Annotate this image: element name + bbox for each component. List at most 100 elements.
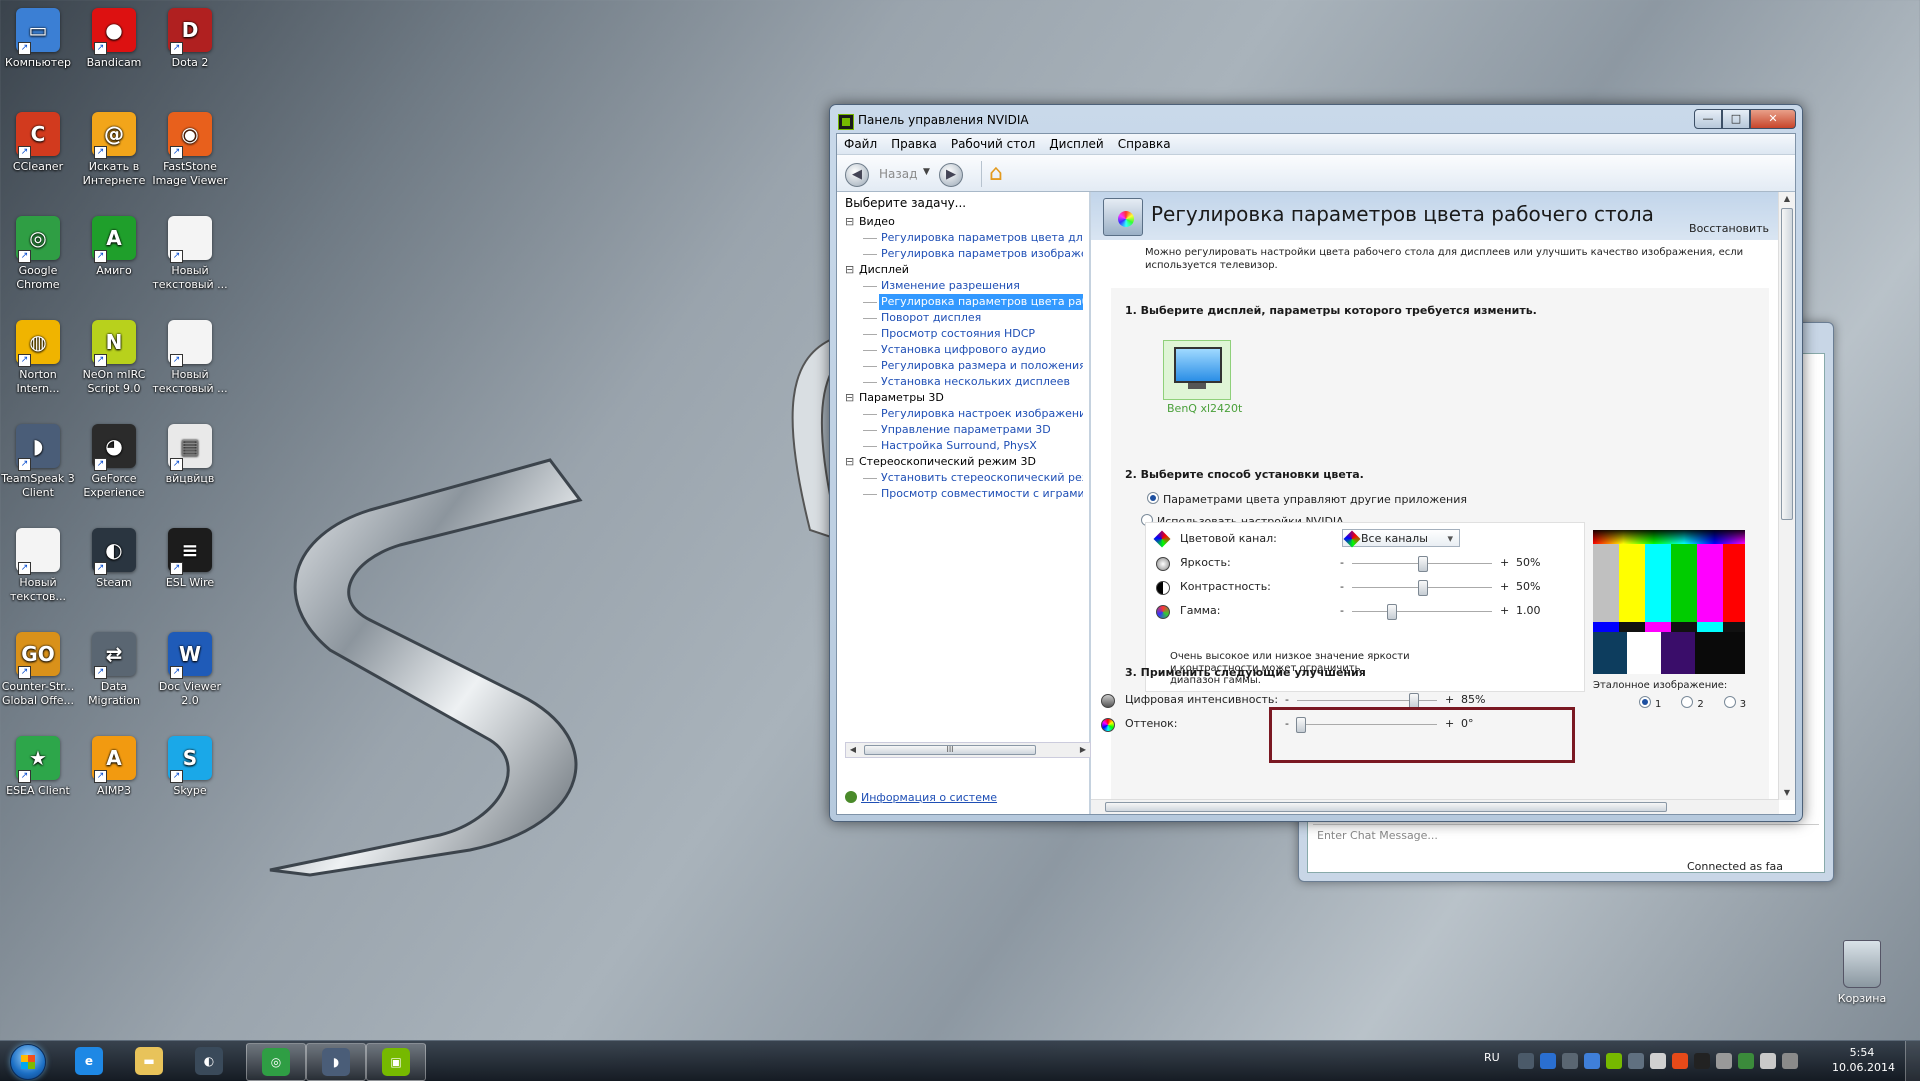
tray-device-icon[interactable]: [1650, 1053, 1666, 1069]
desktop-shortcut[interactable]: ◐ Steam ↗: [76, 524, 152, 590]
desktop-shortcut[interactable]: ▭ Компьютер ↗: [0, 4, 76, 70]
chat-input[interactable]: Enter Chat Message...: [1313, 824, 1819, 847]
tray-app3-icon[interactable]: [1694, 1053, 1710, 1069]
desktop-shortcut[interactable]: W Doc Viewer 2.0 ↗: [152, 628, 228, 708]
tree-item[interactable]: Установка цифрового аудио: [845, 342, 1083, 358]
tree-item[interactable]: Поворот дисплея: [845, 310, 1083, 326]
tree-item[interactable]: Регулировка параметров цвета для видео: [845, 230, 1083, 246]
tree-item[interactable]: Просмотр состояния HDCP: [845, 326, 1083, 342]
scroll-left-icon[interactable]: ◀: [846, 743, 860, 757]
scroll-down-icon[interactable]: ▼: [1779, 786, 1795, 800]
desktop-shortcut[interactable]: ◕ GeForce Experience ↗: [76, 420, 152, 500]
menu-desktop[interactable]: Рабочий стол: [944, 134, 1042, 154]
content-vertical-scrollbar[interactable]: ▲ ▼: [1778, 192, 1795, 800]
desktop-shortcut[interactable]: A AIMP3 ↗: [76, 732, 152, 798]
show-desktop-button[interactable]: [1905, 1041, 1920, 1081]
tree-item[interactable]: Управление параметрами 3D: [845, 422, 1083, 438]
tree-item[interactable]: Просмотр совместимости с играми: [845, 486, 1083, 502]
language-indicator[interactable]: RU: [1484, 1051, 1500, 1064]
home-icon[interactable]: ⌂: [989, 161, 1015, 187]
desktop-shortcut[interactable]: S Skype ↗: [152, 732, 228, 798]
tree-item[interactable]: Регулировка размера и положения рабочего…: [845, 358, 1083, 374]
vertical-scroll-thumb[interactable]: [1781, 208, 1793, 520]
reference-option-2[interactable]: 2: [1681, 696, 1704, 710]
radio-ref-1[interactable]: [1639, 696, 1651, 708]
desktop-shortcut[interactable]: ◎ Google Chrome ↗: [0, 212, 76, 292]
tree-item[interactable]: Установить стереоскопический режим 3D: [845, 470, 1083, 486]
scroll-up-icon[interactable]: ▲: [1779, 192, 1795, 206]
reference-option-1[interactable]: 1: [1639, 696, 1661, 710]
clock[interactable]: 5:54 10.06.2014: [1832, 1045, 1895, 1075]
desktop-shortcut[interactable]: @ Искать в Интернете ↗: [76, 108, 152, 188]
tray-app-icon[interactable]: [1562, 1053, 1578, 1069]
tray-arrow-icon[interactable]: [1518, 1053, 1534, 1069]
reference-option-3[interactable]: 3: [1723, 696, 1746, 710]
history-dropdown-icon[interactable]: ▼: [923, 167, 930, 177]
desktop-shortcut[interactable]: ≡ ESL Wire ↗: [152, 524, 228, 590]
tree-item[interactable]: Регулировка настроек изображения с просм…: [845, 406, 1083, 422]
tray-flag-icon[interactable]: [1782, 1053, 1798, 1069]
forward-arrow-icon[interactable]: ▶: [939, 163, 963, 187]
desktop-shortcut[interactable]: D Dota 2 ↗: [152, 4, 228, 70]
system-info-link[interactable]: Информация о системе: [845, 791, 997, 804]
back-button-label[interactable]: Назад: [879, 167, 917, 181]
tray-network-icon[interactable]: [1540, 1053, 1556, 1069]
menu-file[interactable]: Файл: [837, 134, 884, 154]
tree-item[interactable]: Изменение разрешения: [845, 278, 1083, 294]
minimize-button[interactable]: —: [1694, 109, 1722, 129]
tree-category[interactable]: Дисплей: [845, 262, 1083, 278]
menu-edit[interactable]: Правка: [884, 134, 944, 154]
desktop-shortcut[interactable]: ▤ вйцвйцв ↗: [152, 420, 228, 486]
back-arrow-icon[interactable]: ◀: [845, 163, 869, 187]
close-button[interactable]: ✕: [1750, 109, 1796, 129]
taskbar-chrome-button[interactable]: ◎: [246, 1043, 306, 1081]
desktop-shortcut[interactable]: A Амиго ↗: [76, 212, 152, 278]
scrollbar-thumb[interactable]: III: [864, 745, 1036, 755]
desktop-shortcut[interactable]: ◉ FastStone Image Viewer ↗: [152, 108, 228, 188]
restore-defaults-link[interactable]: Восстановить: [1689, 222, 1769, 235]
maximize-button[interactable]: □: [1722, 109, 1750, 129]
horizontal-scroll-thumb[interactable]: [1105, 802, 1667, 812]
desktop-shortcut[interactable]: Новый текстовый ... ↗: [152, 212, 228, 292]
desktop-shortcut[interactable]: ● Bandicam ↗: [76, 4, 152, 70]
tray-app5-icon[interactable]: [1738, 1053, 1754, 1069]
taskbar-teamspeak-button[interactable]: ◗: [306, 1043, 366, 1081]
desktop-shortcut[interactable]: ⇄ Data Migration ↗: [76, 628, 152, 708]
tree-item[interactable]: Настройка Surround, PhysX: [845, 438, 1083, 454]
taskbar-nvidia-button[interactable]: ▣: [366, 1043, 426, 1081]
content-horizontal-scrollbar[interactable]: [1091, 799, 1779, 814]
tray-nvidia-icon[interactable]: [1606, 1053, 1622, 1069]
radio-ref-3[interactable]: [1723, 696, 1736, 708]
tray-app4-icon[interactable]: [1716, 1053, 1732, 1069]
tree-category[interactable]: Параметры 3D: [845, 390, 1083, 406]
tray-volume-icon[interactable]: [1760, 1053, 1776, 1069]
desktop-shortcut[interactable]: N NeOn mIRC Script 9.0 ↗: [76, 316, 152, 396]
taskbar-explorer-button[interactable]: ▬: [120, 1043, 178, 1079]
tree-item[interactable]: Регулировка параметров изображения для в…: [845, 246, 1083, 262]
tray-app2-icon[interactable]: [1672, 1053, 1688, 1069]
scroll-right-icon[interactable]: ▶: [1076, 743, 1090, 757]
menu-display[interactable]: Дисплей: [1042, 134, 1110, 154]
task-pane-scrollbar[interactable]: ◀ III ▶: [845, 742, 1091, 758]
desktop-shortcut[interactable]: GO Counter-Str... Global Offe... ↗: [0, 628, 76, 708]
taskbar-ie-button[interactable]: e: [60, 1043, 118, 1079]
desktop-shortcut[interactable]: Новый текстовый ... ↗: [152, 316, 228, 396]
tree-category[interactable]: Видео: [845, 214, 1083, 230]
desktop-shortcut[interactable]: ◍ Norton Intern... ↗: [0, 316, 76, 396]
start-button[interactable]: [4, 1041, 50, 1081]
tree-item[interactable]: Установка нескольких дисплеев: [845, 374, 1083, 390]
desktop-shortcut[interactable]: C CCleaner ↗: [0, 108, 76, 174]
desktop-shortcut[interactable]: ★ ESEA Client ↗: [0, 732, 76, 798]
tree-item-selected[interactable]: Регулировка параметров цвета рабочего ст…: [863, 294, 1083, 310]
desktop-shortcut[interactable]: ◗ TeamSpeak 3 Client ↗: [0, 420, 76, 500]
tray-steam-icon[interactable]: [1628, 1053, 1644, 1069]
tree-category[interactable]: Стереоскопический режим 3D: [845, 454, 1083, 470]
tray-bluetooth-icon[interactable]: [1584, 1053, 1600, 1069]
title-bar[interactable]: Панель управления NVIDIA — □ ✕: [836, 109, 1796, 131]
desktop-shortcut[interactable]: Новый текстов... ↗: [0, 524, 76, 604]
taskbar-steam-button[interactable]: ◐: [180, 1043, 238, 1079]
recycle-bin[interactable]: Корзина: [1824, 940, 1900, 1005]
system-info-label[interactable]: Информация о системе: [861, 791, 997, 804]
radio-ref-2[interactable]: [1681, 696, 1694, 708]
menu-help[interactable]: Справка: [1111, 134, 1178, 154]
